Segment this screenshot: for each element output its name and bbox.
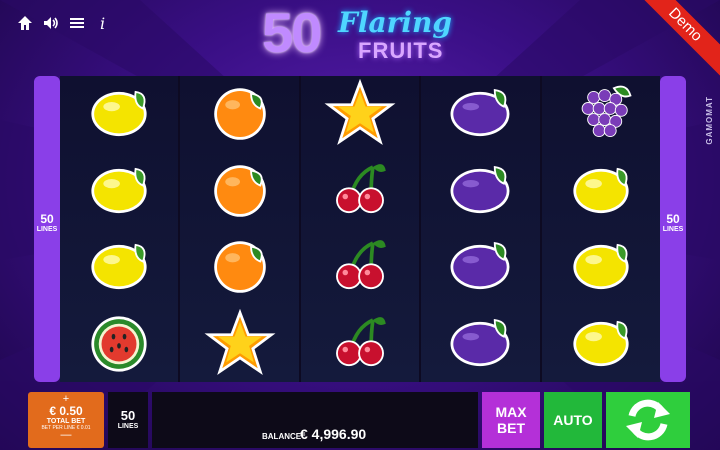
lines-value: 50 bbox=[120, 408, 136, 423]
total-bet-value: € 0.50 bbox=[49, 404, 83, 418]
lemon-icon bbox=[573, 167, 629, 213]
reel-1 bbox=[60, 76, 179, 383]
bet-increase-button[interactable]: + bbox=[28, 394, 104, 405]
sound-icon[interactable] bbox=[42, 14, 60, 32]
lemon-icon bbox=[573, 320, 629, 366]
star-symbol bbox=[301, 76, 419, 153]
plum-symbol bbox=[421, 76, 539, 153]
logo-flaring: Flaring bbox=[338, 6, 452, 39]
lines-label: LINES bbox=[117, 423, 139, 430]
plum-icon bbox=[450, 165, 510, 213]
plum-symbol bbox=[421, 229, 539, 306]
orange-symbol bbox=[180, 76, 298, 153]
lemon-icon bbox=[573, 244, 629, 290]
svg-text:i: i bbox=[100, 14, 105, 32]
max-bet-button[interactable]: MAX BET bbox=[482, 392, 540, 448]
plum-icon bbox=[450, 318, 510, 366]
top-toolbar: i bbox=[16, 14, 112, 33]
provider-label: GAMOMAT bbox=[705, 96, 714, 145]
lines-count-left: 50 bbox=[40, 212, 54, 226]
plum-icon bbox=[450, 89, 510, 137]
orange-symbol bbox=[180, 153, 298, 230]
orange-symbol bbox=[180, 229, 298, 306]
lemon-symbol bbox=[60, 76, 178, 153]
orange-icon bbox=[213, 241, 266, 294]
cherry-icon bbox=[336, 240, 386, 290]
watermelon-icon bbox=[91, 316, 147, 372]
cherry-icon bbox=[336, 163, 386, 213]
logo-fruits: FRUITS bbox=[358, 38, 444, 63]
lemon-symbol bbox=[60, 153, 178, 230]
balance-value: € 4,996.90 bbox=[300, 426, 367, 442]
reel-2 bbox=[180, 76, 299, 383]
lemon-symbol bbox=[542, 229, 660, 306]
info-icon[interactable]: i bbox=[94, 14, 112, 33]
orange-icon bbox=[213, 164, 266, 217]
logo-number: 50 bbox=[262, 1, 322, 64]
plum-symbol bbox=[421, 306, 539, 383]
grapes-icon bbox=[581, 85, 632, 138]
autoplay-button[interactable]: AUTO bbox=[544, 392, 602, 448]
total-bet-label: TOTAL BET bbox=[46, 418, 86, 425]
reel-5 bbox=[541, 76, 661, 383]
star-icon bbox=[204, 308, 276, 375]
cherry-symbol bbox=[301, 306, 419, 383]
lines-box: 50 LINES bbox=[108, 392, 148, 448]
spin-button[interactable] bbox=[606, 392, 690, 448]
plum-symbol bbox=[421, 153, 539, 230]
reel-grid bbox=[60, 76, 661, 383]
grapes-symbol bbox=[542, 76, 660, 153]
reel-4 bbox=[421, 76, 540, 383]
lemon-symbol bbox=[542, 153, 660, 230]
home-icon[interactable] bbox=[16, 14, 34, 32]
total-bet-control[interactable]: + € 0.50 TOTAL BET BET PER LINE € 0.01 — bbox=[28, 392, 104, 448]
lines-indicator-left: 50 LINES bbox=[34, 76, 60, 382]
lines-count-right: 50 bbox=[666, 212, 680, 226]
watermelon-symbol bbox=[60, 306, 178, 383]
star-symbol bbox=[180, 306, 298, 383]
cherry-symbol bbox=[301, 229, 419, 306]
plum-icon bbox=[450, 242, 510, 290]
lemon-icon bbox=[91, 91, 147, 137]
max-bet-line1: MAX bbox=[495, 404, 527, 420]
max-bet-line2: BET bbox=[497, 420, 525, 436]
cherry-icon bbox=[336, 316, 386, 366]
lemon-symbol bbox=[542, 306, 660, 383]
lines-indicator-right: 50 LINES bbox=[660, 76, 686, 382]
lemon-icon bbox=[91, 167, 147, 213]
game-logo: 50 Flaring FRUITS bbox=[256, 1, 466, 68]
lemon-icon bbox=[91, 244, 147, 290]
bet-decrease-button[interactable]: — bbox=[28, 430, 104, 441]
balance-panel: BALANCE € 4,996.90 bbox=[152, 392, 478, 448]
spin-icon bbox=[626, 399, 670, 441]
cherry-symbol bbox=[301, 153, 419, 230]
bottom-bar: + € 0.50 TOTAL BET BET PER LINE € 0.01 —… bbox=[0, 388, 720, 450]
lines-label-left: LINES bbox=[36, 226, 58, 233]
balance-label: BALANCE bbox=[262, 432, 302, 441]
orange-icon bbox=[213, 88, 266, 141]
menu-icon[interactable] bbox=[68, 14, 86, 32]
reel-3 bbox=[300, 76, 420, 383]
lemon-symbol bbox=[60, 229, 178, 306]
lines-label-right: LINES bbox=[662, 226, 684, 233]
star-icon bbox=[324, 79, 396, 146]
